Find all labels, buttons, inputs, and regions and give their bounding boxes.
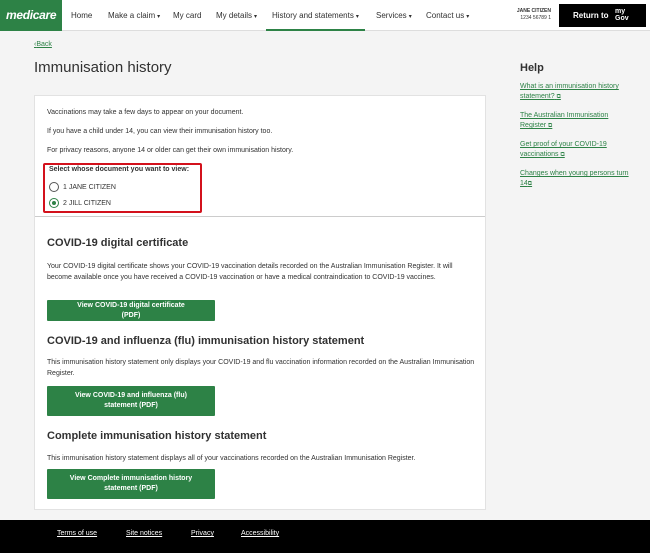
help-link-line1: Changes when young persons turn [520, 170, 629, 177]
help-title: Help [520, 62, 544, 74]
radio-jill-citizen[interactable]: 2 JILL CITIZEN [49, 198, 111, 208]
caret-down-icon: ▾ [254, 14, 258, 20]
radio-jane-citizen[interactable]: 1 JANE CITIZEN [49, 182, 116, 192]
section-title-covid-flu-statement: COVID-19 and influenza (flu) immunisatio… [47, 335, 365, 347]
nav-services-label: Services [376, 11, 407, 20]
view-covid-certificate-button[interactable]: View COVID-19 digital certificate (PDF) [47, 300, 215, 321]
footer-link-site-notices[interactable]: Site notices [126, 530, 162, 537]
immunisation-card: Vaccinations may take a few days to appe… [34, 95, 486, 510]
nav-history-label: History and statements [272, 11, 354, 20]
help-panel: Help What is an immunisation history stat… [520, 62, 640, 198]
intro-text-1: Vaccinations may take a few days to appe… [47, 109, 244, 116]
nav-history-and-statements[interactable]: History and statements ▾ [266, 0, 365, 31]
nav-my-details[interactable]: My details ▾ [216, 0, 257, 31]
help-link-line1: The Australian Immunisation [520, 112, 609, 119]
mygov-logo-top: my [615, 8, 626, 15]
nav-home-label: Home [71, 11, 93, 20]
help-link-young-persons-14[interactable]: Changes when young persons turn 14⧉ [520, 169, 640, 189]
caret-down-icon: ▾ [466, 14, 470, 20]
user-info: JANE CITIZEN 1234 56789 1 [511, 8, 551, 22]
help-link-line1: Get proof of your COVID-19 [520, 141, 607, 148]
person-selector: Select whose document you want to view: … [43, 163, 202, 213]
view-covid-flu-statement-button[interactable]: View COVID-19 and influenza (flu) statem… [47, 386, 215, 416]
back-link-label: Back [36, 41, 52, 48]
nav-contact-us[interactable]: Contact us ▾ [426, 0, 469, 31]
button-label: View COVID-19 digital certificate (PDF) [77, 301, 185, 319]
medicare-logo[interactable]: medicare [0, 0, 62, 31]
user-number: 1234 56789 1 [520, 15, 551, 21]
nav-services[interactable]: Services ▾ [376, 0, 412, 31]
footer-link-accessibility[interactable]: Accessibility [241, 530, 279, 537]
section-title-covid-certificate: COVID-19 digital certificate [47, 237, 189, 249]
button-label: View Complete immunisation history state… [69, 475, 193, 492]
section-title-complete-statement: Complete immunisation history statement [47, 430, 267, 442]
caret-down-icon: ▾ [157, 14, 161, 20]
intro-text-2: If you have a child under 14, you can vi… [47, 128, 273, 135]
selector-label: Select whose document you want to view: [49, 166, 190, 173]
help-link-line1: What is an immunisation history [520, 83, 619, 90]
help-link-australian-register[interactable]: The Australian Immunisation Register ⧉ [520, 111, 640, 131]
external-link-icon: ⧉ [548, 123, 553, 129]
return-to-mygov-button[interactable]: Return to my Gov [559, 4, 646, 27]
section-desc-covid-certificate: Your COVID-19 digital certificate shows … [47, 263, 453, 281]
footer: Terms of use Site notices Privacy Access… [0, 520, 650, 553]
nav-my-card-label: My card [173, 11, 202, 20]
back-link[interactable]: ‹Back [34, 41, 52, 48]
nav-my-card[interactable]: My card [173, 0, 201, 31]
radio-selected-icon [49, 198, 59, 208]
help-link-what-is-statement[interactable]: What is an immunisation history statement… [520, 82, 640, 102]
divider [35, 216, 485, 217]
external-link-icon: ⧉ [560, 152, 565, 158]
footer-link-terms[interactable]: Terms of use [57, 530, 97, 537]
mygov-logo-bottom: Gov [615, 15, 629, 22]
button-label: View COVID-19 and influenza (flu) statem… [75, 392, 187, 409]
nav-my-details-label: My details [216, 11, 253, 20]
nav-make-a-claim[interactable]: Make a claim ▾ [108, 0, 160, 31]
top-navigation-bar: medicare Home Make a claim ▾ My card My d… [0, 0, 650, 31]
section-desc-complete-statement: This immunisation history statement disp… [47, 455, 416, 462]
nav-contact-us-label: Contact us [426, 11, 465, 20]
external-link-icon: ⧉ [527, 181, 533, 187]
help-link-line2: statement? [520, 93, 555, 100]
help-link-line2: 14 [520, 180, 528, 187]
nav-make-a-claim-label: Make a claim [108, 11, 156, 20]
return-to-label: Return to [573, 11, 609, 20]
caret-down-icon: ▾ [355, 14, 359, 20]
mygov-logo: my Gov [615, 8, 629, 22]
intro-text-3: For privacy reasons, anyone 14 or older … [47, 147, 294, 154]
help-link-line2: vaccinations [520, 151, 559, 158]
radio-label: 1 JANE CITIZEN [63, 183, 116, 191]
nav-home[interactable]: Home [71, 0, 92, 31]
section-desc-covid-flu-statement: This immunisation history statement only… [47, 359, 475, 377]
radio-label: 2 JILL CITIZEN [63, 199, 111, 207]
external-link-icon: ⧉ [556, 94, 561, 100]
footer-link-privacy[interactable]: Privacy [191, 530, 214, 537]
page-title: Immunisation history [34, 59, 172, 76]
user-name: JANE CITIZEN [516, 8, 551, 14]
help-link-line2: Register [520, 122, 547, 129]
help-link-proof-covid[interactable]: Get proof of your COVID-19 vaccinations ⧉ [520, 140, 640, 160]
caret-down-icon: ▾ [408, 14, 412, 20]
view-complete-statement-button[interactable]: View Complete immunisation history state… [47, 469, 215, 499]
radio-unselected-icon [49, 182, 59, 192]
